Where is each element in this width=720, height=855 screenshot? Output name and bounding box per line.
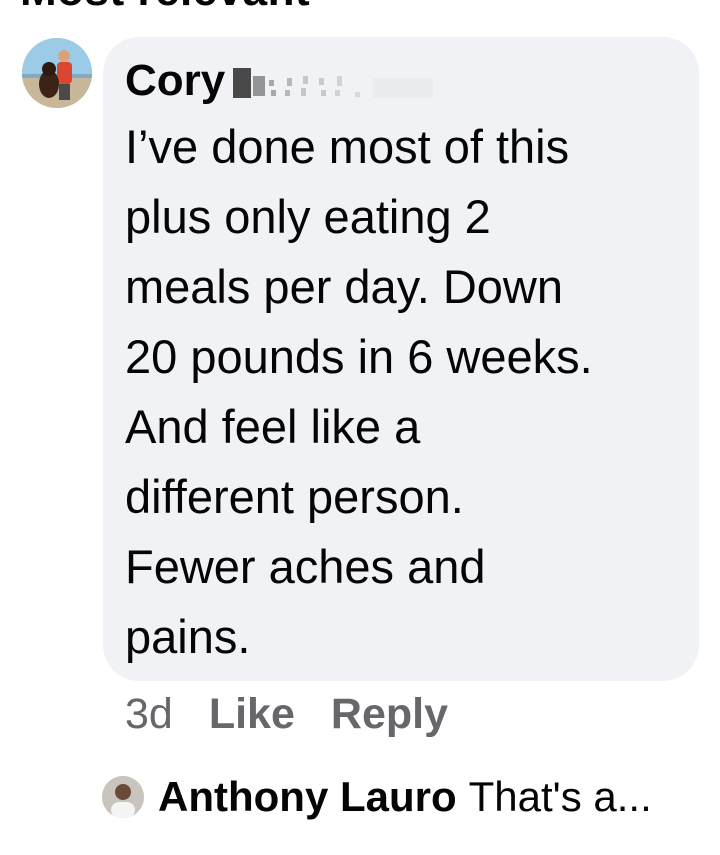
commenter-avatar[interactable] — [22, 38, 92, 108]
reply-preview[interactable]: Anthony Lauro That's a... — [102, 773, 652, 821]
commenter-photo — [22, 38, 92, 108]
reply-author-photo — [102, 776, 144, 818]
like-button[interactable]: Like — [209, 690, 295, 739]
comment-timestamp[interactable]: 3d — [125, 690, 173, 739]
comment-header: Cory — [125, 53, 448, 109]
reply-snippet: That's a... — [468, 773, 652, 820]
reply-button[interactable]: Reply — [331, 690, 448, 739]
reply-author-avatar[interactable] — [102, 776, 144, 818]
comment-body: I’ve done most of this plus only eating … — [125, 120, 593, 663]
comment-actions: 3d Like Reply — [125, 690, 484, 739]
section-header[interactable]: Most relevant — [20, 0, 310, 16]
reply-author-name[interactable]: Anthony Lauro — [158, 773, 457, 821]
comment-author-name[interactable]: Cory — [125, 56, 225, 106]
redacted-surname — [233, 68, 434, 98]
